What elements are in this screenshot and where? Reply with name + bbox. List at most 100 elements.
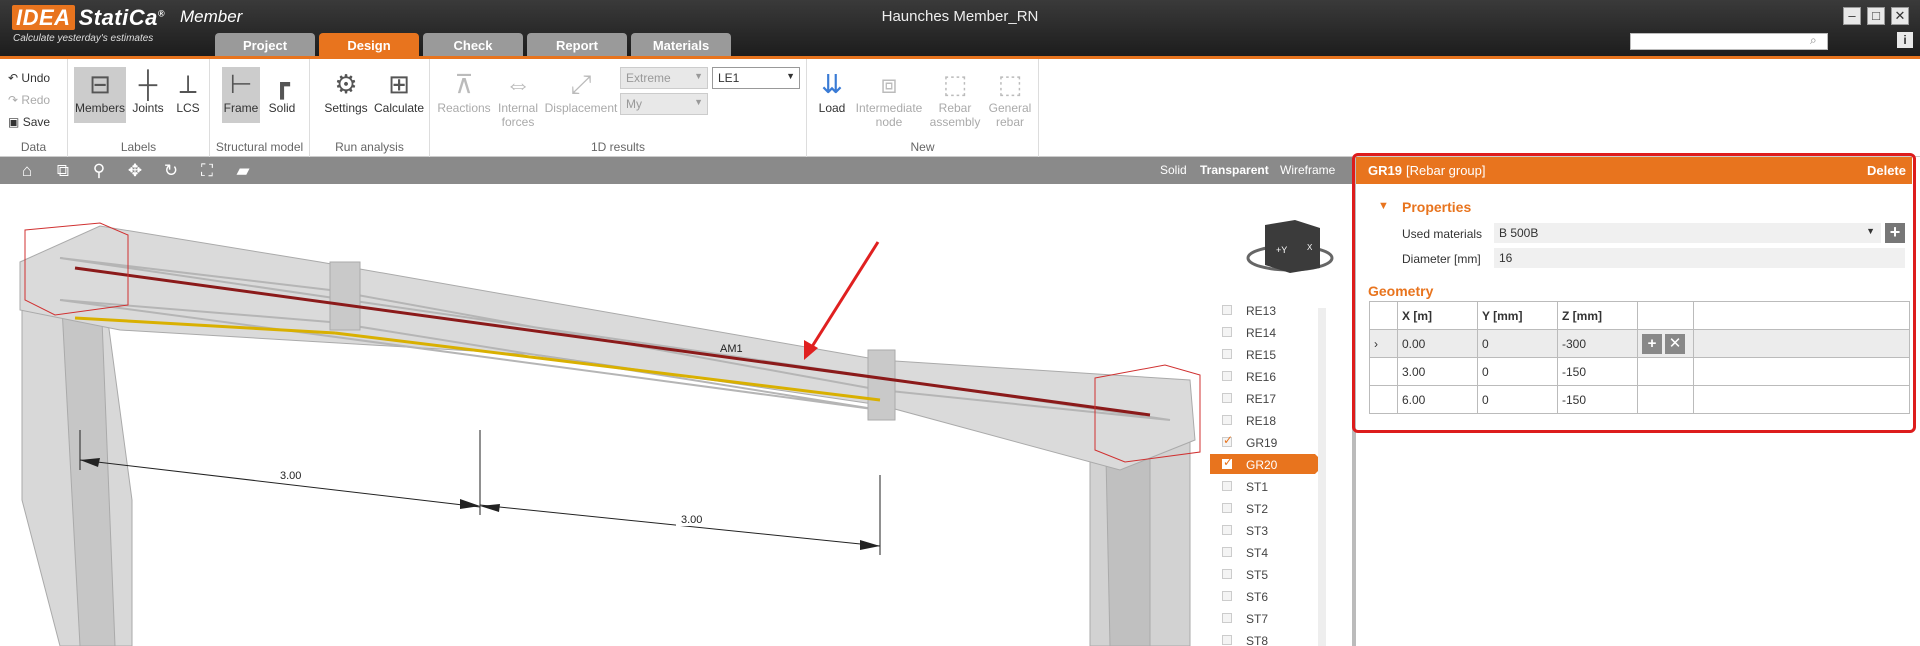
item-checkbox[interactable] bbox=[1222, 433, 1233, 447]
item-checkbox[interactable] bbox=[1222, 503, 1232, 513]
list-item[interactable]: ST5 bbox=[1210, 564, 1320, 584]
list-item[interactable]: ST8 bbox=[1210, 630, 1320, 646]
item-checkbox[interactable] bbox=[1222, 635, 1232, 645]
table-row[interactable]: › 0.00 0 -300 + ✕ bbox=[1369, 329, 1910, 358]
table-header-row: X [m] Y [mm] Z [mm] bbox=[1369, 301, 1910, 330]
zoom-icon[interactable]: ⚲ bbox=[88, 160, 110, 182]
list-item[interactable]: GR19 bbox=[1210, 432, 1320, 452]
item-checkbox[interactable] bbox=[1222, 371, 1232, 381]
load-case-select[interactable]: LE1 ▼ bbox=[712, 67, 800, 89]
list-item[interactable]: ST2 bbox=[1210, 498, 1320, 518]
displacement-button[interactable]: ⤢ Displacement bbox=[542, 67, 620, 115]
joints-button[interactable]: ┼ Joints bbox=[128, 67, 168, 115]
item-checkbox[interactable] bbox=[1222, 569, 1232, 579]
item-checkbox[interactable] bbox=[1222, 455, 1233, 469]
redo-button[interactable]: ↷ Redo bbox=[8, 93, 50, 107]
settings-button[interactable]: ⚙ Settings bbox=[322, 67, 370, 115]
panel-header: GR19 [Rebar group] Delete bbox=[1356, 157, 1912, 184]
ribbon: ↶ Undo ↷ Redo ▣ Save Data ⊟ Members ┼ Join… bbox=[0, 59, 1920, 157]
item-checkbox[interactable] bbox=[1222, 613, 1232, 623]
table-row[interactable]: 3.00 0 -150 bbox=[1369, 357, 1910, 386]
list-item[interactable]: ST1 bbox=[1210, 476, 1320, 496]
item-checkbox[interactable] bbox=[1222, 481, 1232, 491]
tab-report[interactable]: Report bbox=[527, 33, 627, 58]
model-drawing: AM1 3.00 3.00 +Y X bbox=[19, 220, 1334, 646]
tab-project[interactable]: Project bbox=[215, 33, 315, 58]
delete-row-icon[interactable]: ✕ bbox=[1665, 333, 1685, 354]
diameter-input[interactable]: 16 bbox=[1494, 248, 1905, 268]
list-item[interactable]: RE14 bbox=[1210, 322, 1320, 342]
material-select[interactable]: B 500B ▼ bbox=[1494, 223, 1881, 243]
view-toolbar: ⌂ ⧉ ⚲ ✥ ↻ ⛶ ▰ Solid Transparent Wirefram… bbox=[0, 157, 1354, 184]
list-item[interactable]: RE16 bbox=[1210, 366, 1320, 386]
rebar-assembly-button[interactable]: ⬚ Rebar assembly bbox=[927, 67, 983, 129]
tab-materials[interactable]: Materials bbox=[631, 33, 731, 58]
zoom-extents-icon[interactable]: ⛶ bbox=[196, 160, 218, 182]
annotation-arrow bbox=[806, 241, 880, 354]
tab-design[interactable]: Design bbox=[319, 33, 419, 58]
item-label: RE14 bbox=[1246, 326, 1277, 340]
save-button[interactable]: ▣ Save bbox=[8, 115, 50, 129]
pan-icon[interactable]: ✥ bbox=[124, 160, 146, 182]
minimize-icon[interactable]: – bbox=[1843, 7, 1861, 25]
chevron-down-icon: ▼ bbox=[1866, 226, 1875, 236]
item-checkbox[interactable] bbox=[1222, 393, 1232, 403]
add-row-icon[interactable]: + bbox=[1642, 333, 1662, 354]
list-item[interactable]: ST3 bbox=[1210, 520, 1320, 540]
intermediate-node-button[interactable]: ⧈ Intermediate node bbox=[853, 67, 925, 129]
home-icon[interactable]: ⌂ bbox=[16, 160, 38, 182]
3d-viewport[interactable]: AM1 3.00 3.00 +Y X bbox=[0, 184, 1354, 646]
maximize-icon[interactable]: □ bbox=[1867, 7, 1885, 25]
item-checkbox[interactable] bbox=[1222, 327, 1232, 337]
add-material-button[interactable]: + bbox=[1885, 223, 1905, 243]
item-checkbox[interactable] bbox=[1222, 525, 1232, 535]
item-checkbox[interactable] bbox=[1222, 547, 1232, 557]
info-button[interactable]: i bbox=[1897, 32, 1913, 48]
list-item[interactable]: RE15 bbox=[1210, 344, 1320, 364]
list-item[interactable]: RE17 bbox=[1210, 388, 1320, 408]
calculator-icon: ⊞ bbox=[388, 69, 410, 99]
list-item[interactable]: RE18 bbox=[1210, 410, 1320, 430]
list-item[interactable]: ST4 bbox=[1210, 542, 1320, 562]
rebar-gr19[interactable] bbox=[74, 266, 1151, 417]
view-solid[interactable]: Solid bbox=[1160, 163, 1187, 177]
delete-button[interactable]: Delete bbox=[1867, 163, 1906, 178]
search-icon[interactable]: ⌕ bbox=[1810, 33, 1817, 48]
general-rebar-button[interactable]: ⬚ General rebar bbox=[983, 67, 1037, 129]
item-label: GR19 bbox=[1246, 436, 1278, 450]
item-checkbox[interactable] bbox=[1222, 591, 1232, 601]
rotate-icon[interactable]: ↻ bbox=[160, 160, 182, 182]
row-expand-icon[interactable]: › bbox=[1369, 329, 1398, 358]
frame-button[interactable]: ⊢ Frame bbox=[222, 67, 260, 123]
item-checkbox[interactable] bbox=[1222, 349, 1232, 359]
component-select[interactable]: My ▼ bbox=[620, 93, 708, 115]
item-checkbox[interactable] bbox=[1222, 415, 1232, 425]
search-input[interactable] bbox=[1630, 33, 1828, 50]
load-button[interactable]: ⇊ Load bbox=[813, 67, 851, 115]
section-icon[interactable]: ▰ bbox=[232, 160, 254, 182]
calculate-button[interactable]: ⊞ Calculate bbox=[372, 67, 426, 115]
view-cube-side: X bbox=[1307, 243, 1313, 252]
view-transparent[interactable]: Transparent bbox=[1200, 163, 1269, 177]
close-icon[interactable]: ✕ bbox=[1891, 7, 1909, 25]
redo-icon: ↷ bbox=[8, 93, 19, 107]
members-button[interactable]: ⊟ Members bbox=[74, 67, 126, 123]
solid-button[interactable]: ┏ Solid bbox=[262, 67, 302, 115]
list-item[interactable]: RE13 bbox=[1210, 300, 1320, 320]
reactions-button[interactable]: ⊼ Reactions bbox=[436, 67, 492, 115]
list-scrollbar[interactable] bbox=[1318, 308, 1326, 646]
undo-button[interactable]: ↶ Undo bbox=[8, 71, 50, 85]
view-wireframe[interactable]: Wireframe bbox=[1280, 163, 1335, 177]
group-label: 1D results bbox=[590, 140, 646, 154]
lcs-button[interactable]: ⟂ LCS bbox=[168, 67, 208, 115]
table-row[interactable]: 6.00 0 -150 bbox=[1369, 385, 1910, 414]
zoom-window-icon[interactable]: ⧉ bbox=[52, 160, 74, 182]
extreme-select[interactable]: Extreme ▼ bbox=[620, 67, 708, 89]
item-checkbox[interactable] bbox=[1222, 305, 1232, 315]
collapse-icon[interactable]: ▼ bbox=[1378, 200, 1389, 212]
tab-check[interactable]: Check bbox=[423, 33, 523, 58]
list-item[interactable]: ST7 bbox=[1210, 608, 1320, 628]
internal-forces-button[interactable]: ⇔ Internal forces bbox=[494, 67, 542, 129]
list-item[interactable]: GR20 bbox=[1210, 454, 1325, 474]
list-item[interactable]: ST6 bbox=[1210, 586, 1320, 606]
